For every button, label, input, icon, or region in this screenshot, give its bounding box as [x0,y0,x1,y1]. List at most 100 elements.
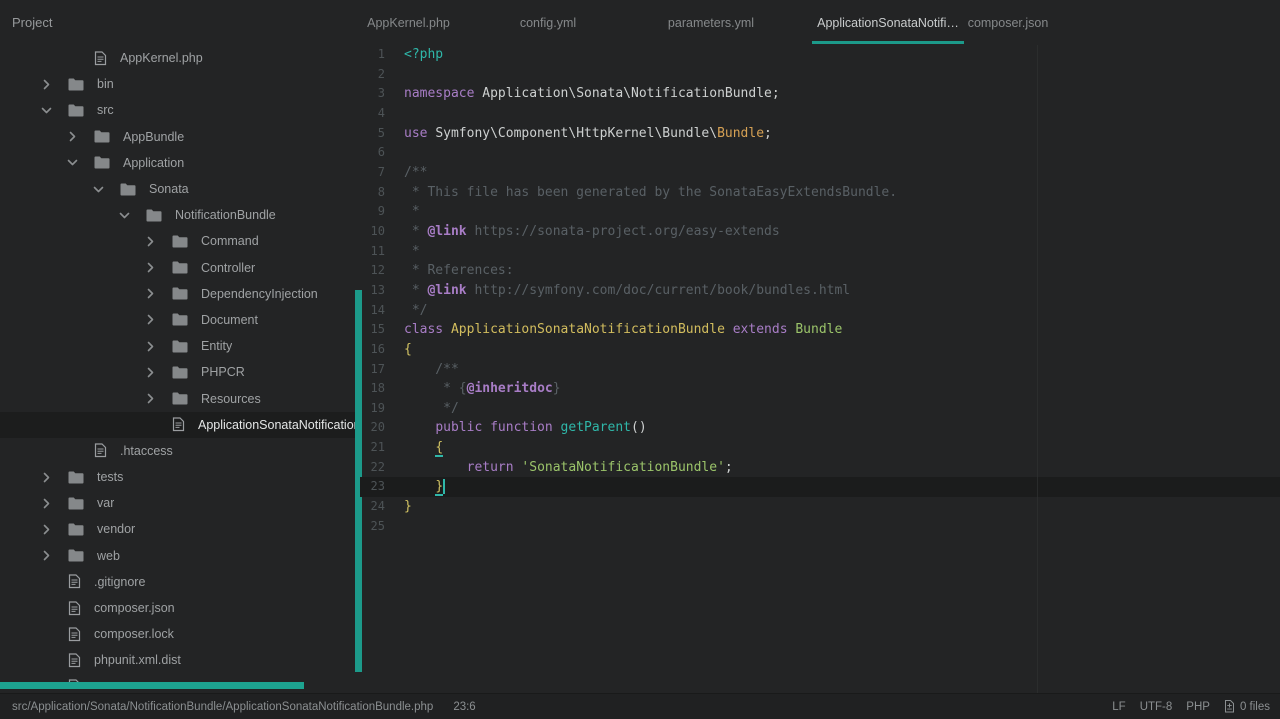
app-root: Project AppKernel.php bin src AppBundle … [0,0,1280,719]
tree-item-label: phpunit.xml.dist [94,653,181,668]
tree-item[interactable]: var [0,490,360,516]
code-line[interactable]: 22 return 'SonataNotificationBundle'; [360,458,1280,478]
code-text: { [435,440,444,458]
code-text: * References: [404,263,514,279]
code-line[interactable]: 21 { [360,438,1280,458]
tab-parameters-yml[interactable]: parameters.yml [634,0,788,45]
folder-icon [172,313,188,326]
code-line[interactable]: 14 */ [360,301,1280,321]
language-indicator[interactable]: PHP [1186,701,1210,713]
code-line[interactable]: 18 * {@inheritdoc} [360,379,1280,399]
code-line[interactable]: 9 * [360,202,1280,222]
tree-item[interactable]: Command [0,228,360,254]
tree-item[interactable]: composer.lock [0,621,360,647]
tree-item[interactable]: vendor [0,516,360,542]
code-line[interactable]: 20 public function getParent() [360,418,1280,438]
chevron-icon [40,497,52,509]
tab-config-yml[interactable]: config.yml [486,0,610,45]
files-counter[interactable]: 0 files [1224,700,1270,713]
encoding-indicator[interactable]: UTF-8 [1140,701,1173,713]
chevron-icon [144,262,156,274]
chevron-icon [40,471,52,483]
tree-item-label: Command [201,234,259,249]
code-lines: 1 <?php 2 3 namespace Application\Sonata… [360,45,1280,536]
code-line[interactable]: 8 * This file has been generated by the … [360,183,1280,203]
code-text: return 'SonataNotificationBundle'; [466,459,733,475]
folder-icon [68,523,84,536]
code-line[interactable]: 25 [360,517,1280,537]
tree-item[interactable]: .gitignore [0,569,360,595]
line-number: 19 [370,400,385,415]
tree-item[interactable]: tests [0,464,360,490]
folder-icon [68,471,84,484]
tree-item[interactable]: Sonata [0,176,360,202]
tree-item-label: src [97,103,114,118]
folder-icon [120,183,136,196]
tree-item[interactable]: src [0,97,360,123]
tree-item-label: vendor [97,522,136,537]
line-number: 25 [370,518,385,533]
code-line[interactable]: 3 namespace Application\Sonata\Notificat… [360,84,1280,104]
tree-item[interactable]: Application [0,150,360,176]
tree-item[interactable]: DependencyInjection [0,281,360,307]
code-line[interactable]: 13 * @link http://symfony.com/doc/curren… [360,281,1280,301]
tab-composer-json[interactable]: composer.json [946,0,1070,45]
tree-item-label: composer.lock [94,627,174,642]
tree-item[interactable]: .htaccess [0,438,360,464]
folder-icon [172,261,188,274]
code-line[interactable]: 12 * References: [360,261,1280,281]
tree-item-label: Document [201,312,258,327]
code-line[interactable]: 16 { [360,340,1280,360]
code-line[interactable]: 5 use Symfony\Component\HttpKernel\Bundl… [360,124,1280,144]
tree-item-label: AppKernel.php [120,51,203,66]
tab-label: composer.json [967,15,1049,30]
tree-item[interactable]: Controller [0,255,360,281]
code-line[interactable]: 11 * [360,242,1280,262]
tree-item[interactable]: bin [0,71,360,97]
code-line[interactable]: 1 <?php [360,45,1280,65]
line-number: 10 [370,223,385,238]
code-line[interactable]: 7 /** [360,163,1280,183]
code-line[interactable]: 24 } [360,497,1280,517]
tree-item[interactable]: composer.json [0,595,360,621]
code-line[interactable]: 6 [360,143,1280,163]
line-number: 8 [377,184,385,199]
tree-item[interactable]: Resources [0,385,360,411]
line-number: 4 [377,105,385,120]
tree-item[interactable]: AppBundle [0,124,360,150]
chevron-icon [40,104,52,116]
sidebar: Project AppKernel.php bin src AppBundle … [0,0,360,683]
tree-item-label: .htaccess [120,443,173,458]
tree-item-label: PHPCR [201,365,245,380]
file-icon [172,417,185,432]
tree-item[interactable]: AppKernel.php [0,45,360,71]
code-text: namespace Application\Sonata\Notificatio… [404,86,780,102]
chevron-icon [144,314,156,326]
code-line[interactable]: 17 /** [360,360,1280,380]
tab-appkernel-php[interactable]: AppKernel.php [348,0,469,45]
code-line[interactable]: 2 [360,65,1280,85]
code-line[interactable]: 4 [360,104,1280,124]
code-line[interactable]: 10 * @link https://sonata-project.org/ea… [360,222,1280,242]
editor[interactable]: 1 <?php 2 3 namespace Application\Sonata… [360,45,1280,693]
tree-item[interactable]: phpunit.xml.dist [0,647,360,673]
tree-item[interactable]: PHPCR [0,359,360,385]
tree-item[interactable]: ApplicationSonataNotificationB [0,411,360,438]
code-line[interactable]: 19 */ [360,399,1280,419]
tree-item[interactable]: web [0,543,360,569]
tree-item[interactable]: Document [0,307,360,333]
folder-icon [172,366,188,379]
tab-label: ApplicationSonataNotifi… [817,15,959,30]
folder-icon [68,497,84,510]
code-text: } [404,499,412,515]
tree-item-label: Resources [201,391,261,406]
tree-item[interactable]: NotificationBundle [0,202,360,228]
code-line[interactable]: 23 } [360,477,1280,498]
chevron-icon [66,131,78,143]
code-text: /** [404,361,459,377]
tab-applicationsonatanotifi-[interactable]: ApplicationSonataNotifi… [812,0,964,45]
line-ending-indicator[interactable]: LF [1112,701,1125,713]
tree-item[interactable]: Entity [0,333,360,359]
code-line[interactable]: 15 class ApplicationSonataNotificationBu… [360,320,1280,340]
